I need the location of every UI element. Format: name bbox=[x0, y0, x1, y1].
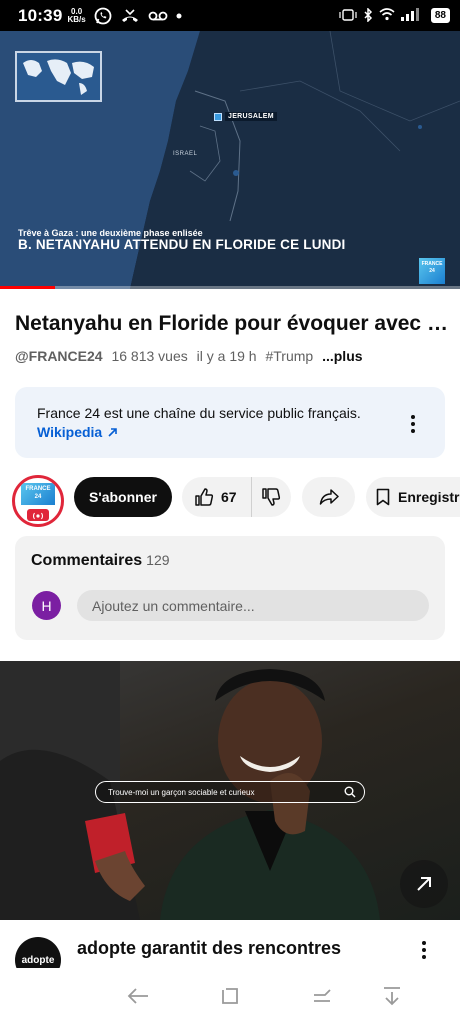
vibrate-icon bbox=[338, 8, 358, 23]
wikipedia-link-label: Wikipedia bbox=[37, 424, 103, 440]
user-avatar: H bbox=[32, 591, 61, 620]
city-marker: JERUSALEM bbox=[214, 112, 277, 121]
city-dot bbox=[214, 112, 222, 121]
info-panel: France 24 est une chaîne du service publ… bbox=[15, 387, 445, 458]
share-button[interactable] bbox=[302, 477, 355, 517]
comments-section[interactable]: Commentaires 129 H Ajoutez un commentaire… bbox=[15, 536, 445, 640]
open-link-button[interactable] bbox=[400, 860, 448, 908]
info-panel-menu-icon[interactable] bbox=[411, 415, 415, 433]
bluetooth-icon bbox=[364, 6, 373, 24]
net-speed: 0.0 KB/s bbox=[67, 7, 86, 24]
avatar-logo: FRANCE 24 bbox=[21, 483, 55, 505]
more-link[interactable]: ...plus bbox=[322, 348, 362, 364]
logo-line1: FRANCE bbox=[421, 261, 443, 267]
ad-search-bar: Trouve-moi un garçon sociable et curieux bbox=[95, 781, 365, 803]
live-icon bbox=[27, 509, 49, 521]
missed-call-icon bbox=[120, 8, 140, 24]
comments-header: Commentaires 129 bbox=[31, 552, 170, 570]
wifi-icon bbox=[379, 8, 395, 23]
voicemail-icon bbox=[148, 10, 168, 22]
upload-age: il y a 19 h bbox=[196, 348, 257, 364]
video-player[interactable]: JERUSALEM ISRAEL Trêve à Gaza : une deux… bbox=[0, 31, 460, 289]
country-label: ISRAEL bbox=[173, 151, 198, 157]
comments-title: Commentaires bbox=[31, 552, 143, 569]
hashtag-link[interactable]: #Trump bbox=[265, 348, 313, 364]
signal-icon bbox=[400, 8, 425, 23]
system-nav-bar bbox=[0, 968, 460, 1024]
battery-indicator: 88 bbox=[430, 8, 450, 23]
whatsapp-icon bbox=[94, 7, 112, 25]
status-time: 10:39 bbox=[18, 5, 63, 25]
channel-avatar[interactable]: FRANCE 24 bbox=[12, 475, 64, 527]
comment-input[interactable]: Ajoutez un commentaire... bbox=[77, 590, 429, 621]
video-metadata[interactable]: @FRANCE24 16 813 vues il y a 19 h #Trump… bbox=[15, 348, 368, 364]
france24-logo: FRANCE 24 bbox=[419, 258, 445, 284]
channel-handle[interactable]: @FRANCE24 bbox=[15, 348, 103, 364]
back-icon[interactable] bbox=[124, 982, 152, 1010]
notifications-down-icon[interactable] bbox=[378, 982, 406, 1010]
city-label: JERUSALEM bbox=[225, 112, 277, 121]
ad-search-text: Trouve-moi un garçon sociable et curieux bbox=[108, 787, 255, 797]
net-speed-unit: KB/s bbox=[67, 14, 86, 24]
thumbs-up-icon bbox=[195, 488, 214, 506]
screen: 10:39 0.0 KB/s 88 JERUSALEM ISRAEL Trêve… bbox=[0, 0, 460, 1024]
avatar-line2: 24 bbox=[34, 494, 42, 500]
ad-title[interactable]: adopte garantit des rencontres bbox=[77, 938, 341, 959]
world-map-inset bbox=[15, 51, 102, 102]
recents-icon[interactable] bbox=[308, 982, 336, 1010]
external-link-icon bbox=[108, 427, 118, 437]
save-label: Enregistrer bbox=[398, 489, 460, 505]
dot-icon bbox=[176, 13, 182, 19]
comments-count: 129 bbox=[146, 552, 170, 568]
arrow-up-right-icon bbox=[417, 877, 431, 891]
chyron-headline: B. NETANYAHU ATTENDU EN FLORIDE CE LUNDI bbox=[18, 237, 346, 252]
like-dislike-group: 67 bbox=[182, 477, 291, 517]
view-count: 16 813 vues bbox=[111, 348, 188, 364]
avatar-line1: FRANCE bbox=[25, 486, 51, 492]
video-title[interactable]: Netanyahu en Floride pour évoquer avec T… bbox=[15, 312, 455, 336]
home-icon[interactable] bbox=[216, 982, 244, 1010]
like-button[interactable]: 67 bbox=[182, 477, 252, 517]
ad-video[interactable]: Trouve-moi un garçon sociable et curieux bbox=[0, 661, 460, 920]
bookmark-icon bbox=[376, 488, 390, 506]
subscribe-button[interactable]: S'abonner bbox=[74, 477, 172, 517]
like-count: 67 bbox=[221, 489, 237, 505]
save-button[interactable]: Enregistrer bbox=[366, 477, 460, 517]
ad-menu-icon[interactable] bbox=[422, 941, 426, 959]
status-bar: 10:39 0.0 KB/s 88 bbox=[0, 0, 460, 31]
status-right: 88 bbox=[338, 6, 450, 24]
info-panel-text: France 24 est une chaîne du service publ… bbox=[37, 405, 361, 421]
logo-line2: 24 bbox=[429, 268, 435, 274]
dislike-button[interactable] bbox=[252, 487, 290, 507]
share-icon bbox=[319, 489, 339, 505]
thumbs-down-icon bbox=[262, 488, 281, 506]
search-icon bbox=[344, 786, 356, 800]
action-bar: FRANCE 24 S'abonner 67 Enregistr bbox=[0, 475, 460, 527]
wikipedia-link[interactable]: Wikipedia bbox=[37, 424, 118, 440]
